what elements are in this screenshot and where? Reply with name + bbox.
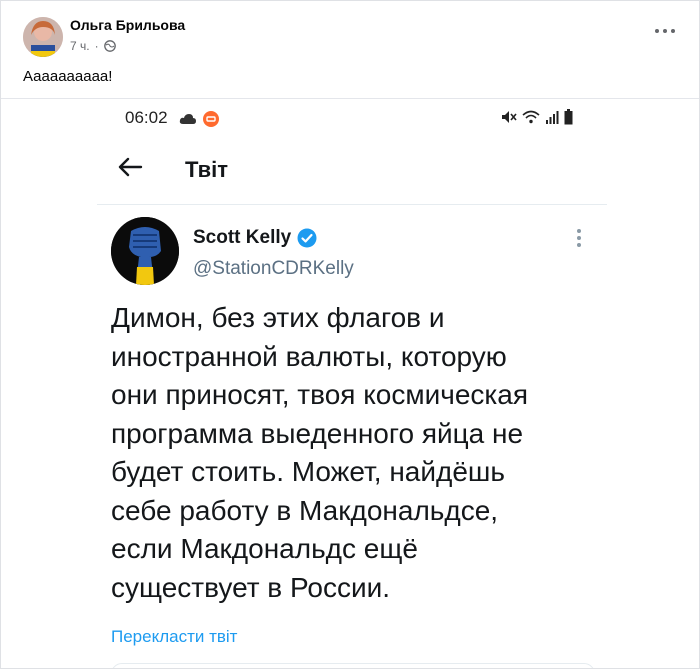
tweet-text-line: существует в России.	[111, 571, 391, 603]
tweet-author-name[interactable]: Scott Kelly	[193, 227, 291, 249]
more-options-icon[interactable]	[655, 27, 675, 35]
author-avatar[interactable]	[23, 17, 63, 57]
tweet-more-icon[interactable]	[577, 229, 581, 247]
tweet-author-row: Scott Kelly	[193, 227, 317, 249]
tweet-text: Димон, без этих флагов и иностранной вал…	[111, 299, 601, 607]
globe-icon	[103, 40, 116, 52]
post-meta: 7 ч. ·	[70, 39, 116, 53]
post-time[interactable]: 7 ч.	[70, 39, 90, 53]
tweet-text-line: Димон, без этих флагов и	[111, 302, 445, 333]
tweet-text-line: программа выеденного яйца не	[111, 417, 524, 449]
back-arrow-icon[interactable]	[117, 156, 143, 178]
tweet-text-line: они приносят, твоя космическая	[111, 379, 528, 410]
post-text: Аааааааааа!	[23, 68, 113, 85]
tweet-text-line: себе работу в Макдональдсе,	[111, 494, 499, 526]
battery-icon	[564, 109, 573, 125]
post-header: Ольга Брильова 7 ч. ·	[1, 1, 699, 63]
status-left-icons	[179, 110, 220, 128]
tweet-text-line: будет стоить. Может, найдёшь	[111, 456, 505, 487]
status-right-icons	[501, 109, 573, 125]
author-name[interactable]: Ольга Брильова	[70, 17, 185, 33]
mute-icon	[502, 111, 517, 123]
dot-separator: ·	[94, 39, 99, 53]
status-time: 06:02	[125, 108, 168, 127]
tweet-text-line: если Макдональдс ещё	[111, 533, 418, 564]
header-divider	[97, 204, 607, 205]
facebook-post: Ольга Брильова 7 ч. · Аааааааааа! 06:02	[0, 0, 700, 669]
tweet-text-line: иностранной валюты, которую	[111, 340, 507, 372]
vpn-badge-icon	[203, 111, 219, 127]
verified-badge-icon	[297, 228, 317, 248]
embedded-card-edge	[111, 663, 595, 668]
translate-tweet-link[interactable]: Перекласти твіт	[111, 627, 237, 647]
cloud-icon	[179, 114, 196, 124]
signal-icon	[546, 111, 559, 124]
page-title: Твіт	[185, 157, 229, 182]
tweet-author-handle[interactable]: @StationCDRKelly	[193, 258, 354, 280]
tweet-author-avatar[interactable]	[111, 217, 179, 285]
tweet-screenshot-image[interactable]: 06:02 Твіт Scott Kelly @StationCDRKelly …	[97, 99, 607, 668]
wifi-icon	[522, 110, 540, 124]
